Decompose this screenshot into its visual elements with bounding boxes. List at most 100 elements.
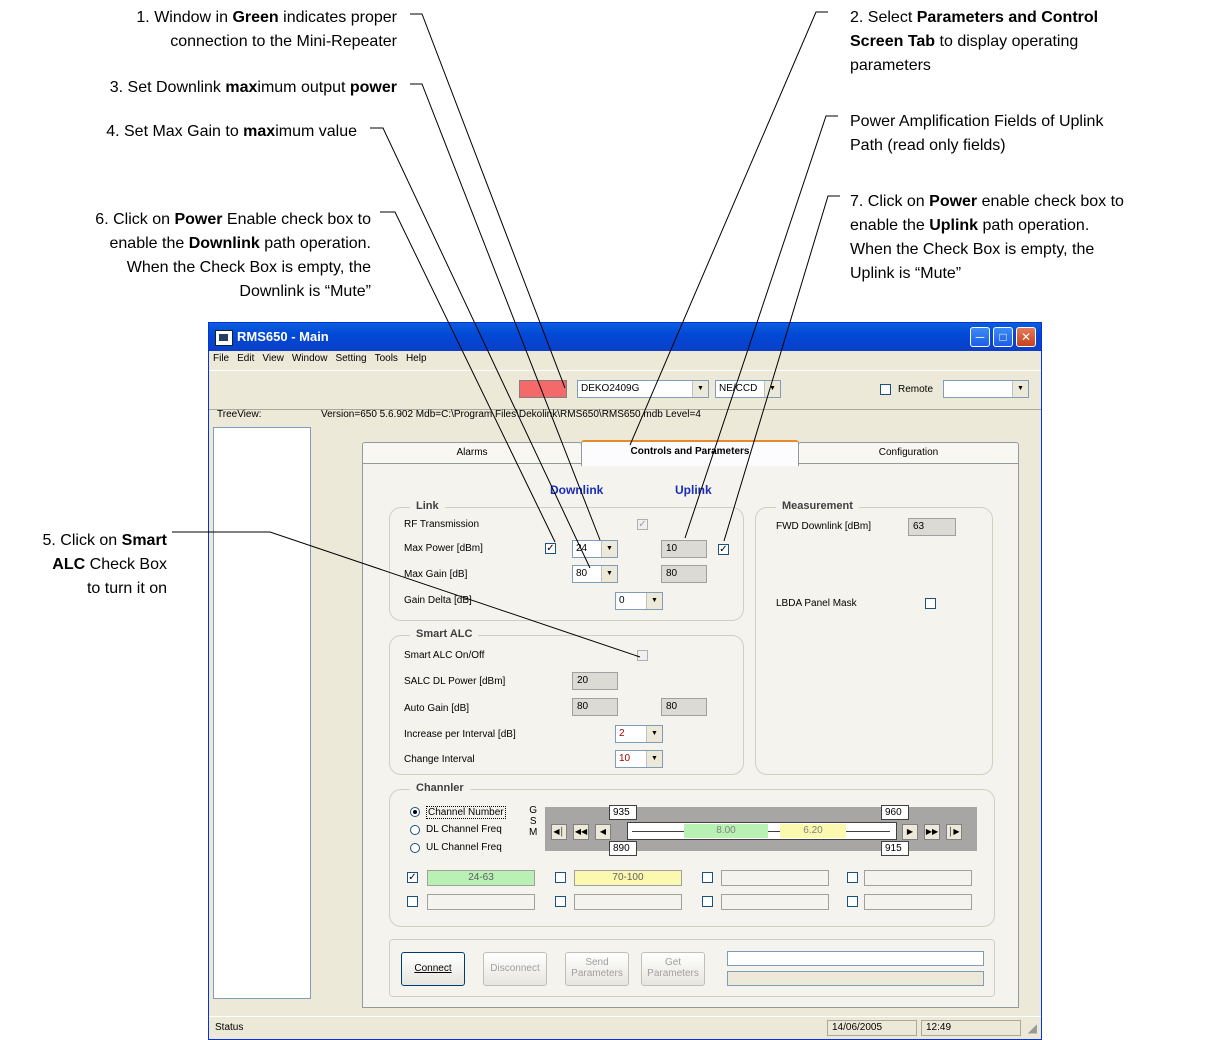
channel-range-3-field[interactable] [721, 870, 829, 886]
dl-channel-freq-radio[interactable] [410, 825, 420, 835]
channel-range-2-field[interactable]: 70-100 [574, 870, 682, 886]
rf-transmission-checkbox[interactable]: ✓ [637, 519, 648, 530]
connect-button[interactable]: Connect [401, 952, 465, 986]
status-bar: Status 14/06/2005 12:49 ◢ [209, 1016, 1041, 1039]
send-parameters-button[interactable]: Send Parameters [565, 952, 629, 986]
remote-checkbox[interactable] [880, 384, 891, 395]
menu-edit[interactable]: Edit [233, 351, 258, 364]
channel-range-5-checkbox[interactable] [407, 896, 418, 907]
annotation-text: Power Amplification Fields of Uplink [850, 113, 1104, 130]
annotation-text: 6. Click on [95, 211, 175, 228]
device-select[interactable]: DEKO2409G ▼ [577, 380, 709, 398]
close-button[interactable]: ✕ [1016, 327, 1036, 347]
dl-channel-freq-label: DL Channel Freq [426, 824, 502, 835]
channel-range-1-checkbox[interactable]: ✓ [407, 872, 418, 883]
chevron-down-icon[interactable]: ▼ [1012, 381, 1028, 397]
fast-forward-icon[interactable]: ▶▶ [924, 824, 940, 840]
next-icon[interactable]: ▶ [902, 824, 918, 840]
get-parameters-button[interactable]: Get Parameters [641, 952, 705, 986]
channel-range-6-field[interactable] [574, 894, 682, 910]
chevron-down-icon[interactable]: ▼ [601, 541, 617, 557]
increase-per-interval-value: 2 [619, 728, 625, 739]
menu-bar: File Edit View Window Setting Tools Help [209, 351, 1041, 369]
menu-help[interactable]: Help [402, 351, 431, 364]
annotation-4: 4. Set Max Gain to maximum value [0, 120, 357, 144]
chevron-down-icon[interactable]: ▼ [646, 751, 662, 767]
gain-delta-select[interactable]: 0 ▼ [615, 592, 663, 610]
tab-configuration[interactable]: Configuration [798, 442, 1019, 464]
link-group-title: Link [410, 500, 445, 512]
status-label: Status [215, 1022, 244, 1033]
measurement-group-title: Measurement [776, 500, 859, 512]
downlink-range-segment[interactable]: 8.00 [684, 824, 768, 838]
annotation-text: Path (read only fields) [850, 137, 1006, 154]
rewind-icon[interactable]: ◀◀ [573, 824, 589, 840]
channel-range-6-checkbox[interactable] [555, 896, 566, 907]
tab-alarms[interactable]: Alarms [362, 442, 582, 464]
chevron-down-icon[interactable]: ▼ [646, 593, 662, 609]
annotation-bold: Parameters and Control [916, 9, 1099, 26]
menu-setting[interactable]: Setting [331, 351, 370, 364]
chevron-down-icon[interactable]: ▼ [646, 726, 662, 742]
channel-range-7-field[interactable] [721, 894, 829, 910]
increase-per-interval-select[interactable]: 2 ▼ [615, 725, 663, 743]
channel-range-2-checkbox[interactable] [555, 872, 566, 883]
downlink-power-enable-checkbox[interactable]: ✓ [545, 543, 556, 554]
lbda-panel-mask-checkbox[interactable] [925, 598, 936, 609]
max-power-downlink-select[interactable]: 24 ▼ [572, 540, 618, 558]
status-date: 14/06/2005 [827, 1020, 917, 1036]
channel-range-8-field[interactable] [864, 894, 972, 910]
tab-controls-and-parameters[interactable]: Controls and Parameters [581, 440, 799, 466]
channel-range-5-field[interactable] [427, 894, 535, 910]
chevron-down-icon[interactable]: ▼ [601, 566, 617, 582]
downlink-heading: Downlink [550, 483, 604, 497]
tree-view[interactable] [213, 427, 311, 999]
gain-delta-label: Gain Delta [dB] [404, 595, 472, 606]
change-interval-select[interactable]: 10 ▼ [615, 750, 663, 768]
first-icon[interactable]: ◀│ [551, 824, 567, 840]
menu-tools[interactable]: Tools [371, 351, 402, 364]
remote-select[interactable]: ▼ [943, 380, 1029, 398]
annotation-text: to turn it on [86, 580, 167, 597]
ul-channel-freq-radio[interactable] [410, 843, 420, 853]
channel-number-radio[interactable] [410, 807, 420, 817]
rf-transmission-label: RF Transmission [404, 519, 480, 530]
minimize-button[interactable]: ─ [970, 327, 990, 347]
menu-view[interactable]: View [258, 351, 288, 364]
max-gain-downlink-select[interactable]: 80 ▼ [572, 565, 618, 583]
max-power-uplink-value: 10 [666, 543, 678, 554]
channel-range-track[interactable]: 8.00 6.20 [627, 822, 897, 840]
channel-range-7-checkbox[interactable] [702, 896, 713, 907]
mode-select[interactable]: NE/CCD ▼ [715, 380, 781, 398]
max-gain-label: Max Gain [dB] [404, 569, 468, 580]
maximize-button[interactable]: □ [993, 327, 1013, 347]
annotation-text: path operation. [978, 217, 1090, 234]
tab-label: Configuration [878, 447, 939, 458]
channel-range-1-field[interactable]: 24-63 [427, 870, 535, 886]
smart-alc-checkbox[interactable] [637, 650, 648, 661]
fwd-downlink-field: 63 [908, 518, 956, 536]
salc-dl-power-label: SALC DL Power [dBm] [404, 676, 506, 687]
channel-range-3-checkbox[interactable] [702, 872, 713, 883]
disconnect-button[interactable]: Disconnect [483, 952, 547, 986]
channel-range-4-checkbox[interactable] [847, 872, 858, 883]
message-field-1 [727, 951, 984, 966]
annotation-3: 3. Set Downlink maximum output power [0, 76, 397, 100]
channel-range-8-checkbox[interactable] [847, 896, 858, 907]
mode-select-value: NE/CCD [719, 383, 758, 394]
uplink-range-segment[interactable]: 6.20 [780, 824, 846, 838]
chevron-down-icon[interactable]: ▼ [692, 381, 708, 397]
channel-range-4-field[interactable] [864, 870, 972, 886]
chevron-down-icon[interactable]: ▼ [764, 381, 780, 397]
title-bar[interactable]: RMS650 - Main ─ □ ✕ [209, 323, 1041, 351]
menu-window[interactable]: Window [288, 351, 332, 364]
menu-file[interactable]: File [209, 351, 233, 364]
channel-number-label: Channel Number [426, 806, 506, 819]
salc-dl-power-value: 20 [577, 675, 589, 686]
resize-grip-icon[interactable]: ◢ [1028, 1021, 1037, 1035]
last-icon[interactable]: │▶ [946, 824, 962, 840]
previous-icon[interactable]: ◀ [595, 824, 611, 840]
send-parameters-label-2: Parameters [571, 968, 623, 979]
max-power-label: Max Power [dBm] [404, 543, 483, 554]
uplink-power-enable-checkbox[interactable]: ✓ [718, 544, 729, 555]
